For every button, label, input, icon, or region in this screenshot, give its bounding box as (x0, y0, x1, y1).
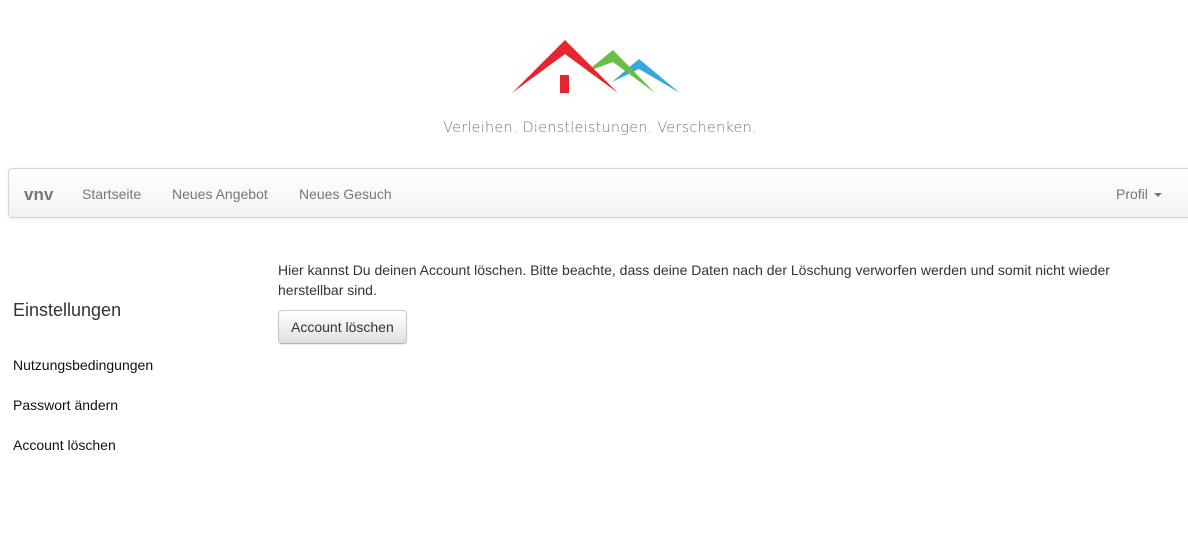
brand-link[interactable]: vnv (24, 185, 53, 205)
top-navbar: vnv Startseite Neues Angebot Neues Gesuc… (8, 168, 1188, 218)
profile-label: Profil (1116, 186, 1148, 202)
delete-account-description: Hier kannst Du deinen Account löschen. B… (278, 262, 1110, 298)
nav-link-neues-gesuch[interactable]: Neues Gesuch (299, 186, 392, 202)
page-header: Verleihen. Dienstleistungen. Verschenken… (0, 0, 1188, 160)
sidebar-title: Einstellungen (13, 300, 122, 320)
vnv-logo-icon (512, 40, 680, 93)
logo-red-door (560, 75, 569, 93)
profile-dropdown[interactable]: Profil (1116, 186, 1162, 202)
settings-sidebar: Einstellungen Nutzungsbedingungen Passwo… (13, 300, 253, 453)
sidebar-item-passwort-aendern[interactable]: Passwort ändern (13, 397, 118, 413)
tagline: Verleihen. Dienstleistungen. Verschenken… (443, 120, 757, 136)
caret-down-icon (1153, 193, 1162, 198)
sidebar-item-account-loeschen[interactable]: Account löschen (13, 437, 116, 453)
nav-link-neues-angebot[interactable]: Neues Angebot (172, 186, 268, 202)
main-content: Hier kannst Du deinen Account löschen. B… (278, 260, 1168, 344)
nav-link-startseite[interactable]: Startseite (82, 186, 141, 202)
sidebar-item-nutzungsbedingungen[interactable]: Nutzungsbedingungen (13, 357, 153, 373)
delete-account-button[interactable]: Account löschen (278, 310, 407, 344)
